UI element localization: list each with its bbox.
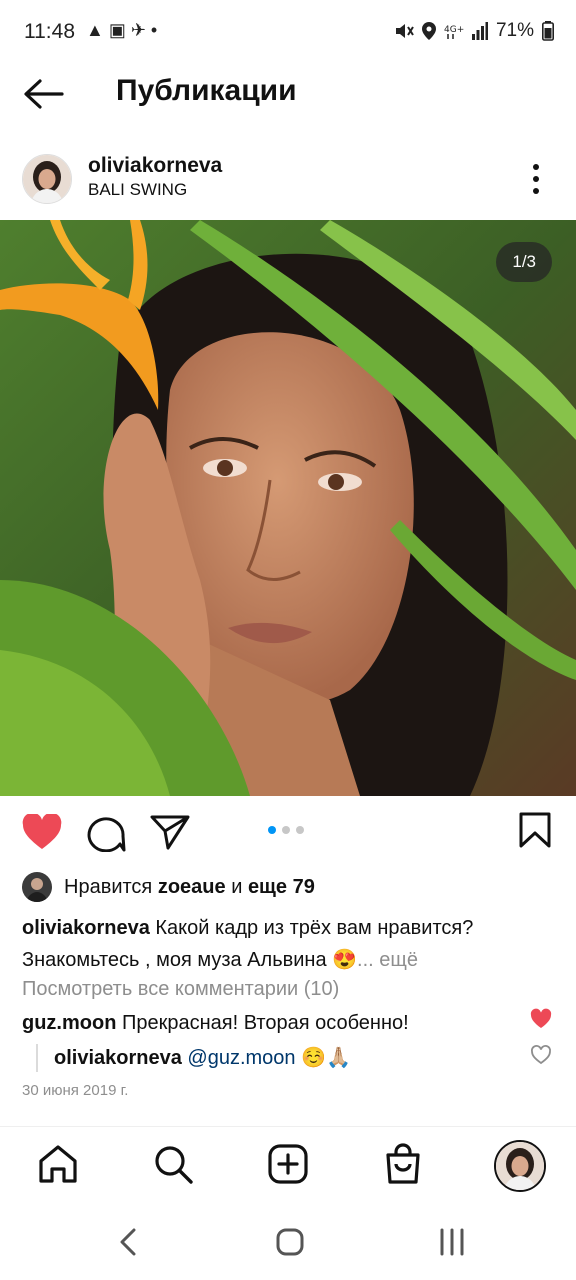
- likes-summary[interactable]: Нравится zoeaue и еще 79: [22, 872, 315, 902]
- comment-username[interactable]: guz.moon: [22, 1012, 116, 1034]
- comment-text: Прекрасная! Вторая особенно!: [122, 1012, 409, 1034]
- status-time: 11:48: [24, 20, 75, 43]
- likes-others[interactable]: еще 79: [248, 876, 315, 898]
- comment-icon[interactable]: [86, 814, 126, 852]
- heart-icon[interactable]: [22, 814, 62, 850]
- carousel-counter: 1/3: [496, 242, 552, 282]
- network-4g-icon: 4G+: [444, 25, 464, 39]
- more-options-icon[interactable]: [524, 162, 548, 196]
- battery-percent: 71%: [495, 20, 534, 41]
- battery-icon: [542, 21, 554, 41]
- bookmark-icon[interactable]: [518, 812, 552, 848]
- status-right-icons: 4G+ 71%: [394, 20, 554, 42]
- system-home-icon[interactable]: [274, 1226, 306, 1258]
- system-recents-icon[interactable]: [436, 1226, 468, 1258]
- status-bar: 11:48 ▲ ▣ ✈ • 4G+ 71%: [0, 0, 576, 64]
- caption-username[interactable]: oliviakorneva: [22, 917, 150, 939]
- likes-connector: и: [231, 875, 243, 898]
- reply-indent-line: [36, 1044, 38, 1072]
- post-caption: oliviakorneva Какой кадр из трёх вам нра…: [22, 912, 552, 976]
- profile-avatar[interactable]: [494, 1140, 546, 1192]
- likes-text: Нравится zoeaue и еще 79: [64, 876, 315, 899]
- carousel-dot-2: [282, 826, 290, 834]
- location-icon: [421, 22, 436, 40]
- home-icon[interactable]: [36, 1142, 80, 1186]
- reply-like-heart-icon[interactable]: [530, 1044, 552, 1066]
- carousel-dot-1: [268, 826, 276, 834]
- reply-text: ☺️🙏🏼: [301, 1047, 351, 1069]
- post-author-avatar[interactable]: [22, 154, 72, 204]
- comment-like-heart-icon[interactable]: [530, 1008, 552, 1030]
- comment-item: guz.moon Прекрасная! Вторая особенно!: [22, 1012, 409, 1035]
- signal-icon: [471, 22, 488, 40]
- liker-avatar: [22, 872, 52, 902]
- mute-icon: [395, 24, 414, 38]
- share-icon[interactable]: [150, 814, 190, 850]
- likes-user[interactable]: zoeaue: [158, 876, 226, 898]
- post-date: 30 июня 2019 г.: [22, 1082, 129, 1099]
- post-location[interactable]: BALI SWING: [88, 180, 187, 200]
- search-icon[interactable]: [151, 1142, 195, 1186]
- view-all-comments-link[interactable]: Посмотреть все комментарии (10): [22, 978, 339, 1001]
- system-back-icon[interactable]: [116, 1226, 140, 1258]
- caption-more-link[interactable]: ... ещё: [357, 949, 418, 971]
- post-username[interactable]: oliviakorneva: [88, 154, 222, 178]
- carousel-dot-3: [296, 826, 304, 834]
- back-arrow-icon[interactable]: [18, 74, 66, 114]
- likes-prefix: Нравится: [64, 875, 153, 898]
- svg-text:4G+: 4G+: [444, 25, 464, 35]
- status-notification-icons: ▲ ▣ ✈ •: [86, 20, 158, 40]
- create-icon[interactable]: [266, 1142, 310, 1186]
- top-header: Публикации: [0, 64, 576, 124]
- carousel-indicator: [268, 826, 304, 834]
- shop-icon[interactable]: [381, 1142, 425, 1186]
- post-photo[interactable]: [0, 220, 576, 796]
- reply-item: oliviakorneva @guz.moon ☺️🙏🏼: [54, 1045, 351, 1070]
- reply-username[interactable]: oliviakorneva: [54, 1047, 182, 1069]
- reply-mention[interactable]: @guz.moon: [187, 1047, 295, 1069]
- page-title: Публикации: [116, 74, 297, 107]
